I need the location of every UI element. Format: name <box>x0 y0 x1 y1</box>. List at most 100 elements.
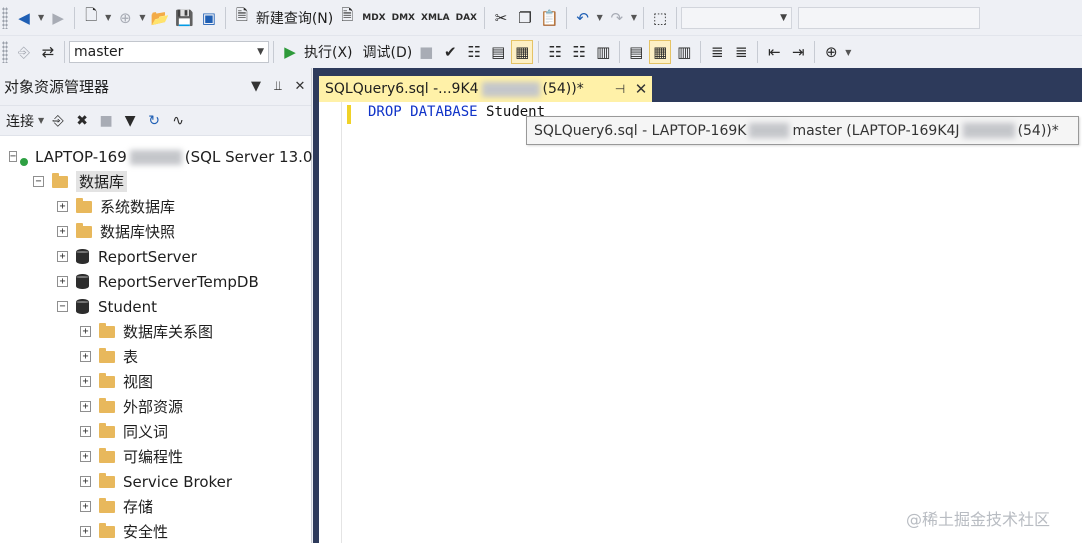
cancel-query-icon[interactable]: ■ <box>415 40 437 64</box>
tree-node-student-external-resources[interactable]: + 外部资源 <box>0 394 311 419</box>
tree-node-reportservertempdb[interactable]: + ReportServerTempDB <box>0 269 311 294</box>
tree-node-student-views[interactable]: + 视图 <box>0 369 311 394</box>
change-connection-icon[interactable]: ⇄ <box>37 40 59 64</box>
expand-icon[interactable]: + <box>80 451 91 462</box>
estimated-plan-icon[interactable]: ☷ <box>463 40 485 64</box>
client-stats-icon[interactable]: ▥ <box>592 40 614 64</box>
expand-icon[interactable]: + <box>80 526 91 537</box>
save-all-icon[interactable]: ▣ <box>198 6 220 30</box>
database-select[interactable]: master ▼ <box>69 41 269 63</box>
save-icon[interactable]: 💾 <box>173 6 196 30</box>
redo-dropdown-icon[interactable]: ▼ <box>631 13 637 22</box>
debug-button[interactable]: 调试(D) <box>361 42 415 62</box>
pin-icon[interactable]: ⫫ <box>267 79 289 94</box>
close-icon[interactable]: ✕ <box>630 80 652 98</box>
expand-icon[interactable]: + <box>80 376 91 387</box>
database-engine-query-icon[interactable]: 🗎 <box>336 6 358 30</box>
intellisense-icon[interactable]: ▦ <box>511 40 534 64</box>
collapse-icon[interactable]: − <box>57 301 68 312</box>
expand-icon[interactable]: + <box>57 251 68 262</box>
back-icon[interactable]: ◀ <box>13 6 35 30</box>
copy-icon[interactable]: ❐ <box>514 6 536 30</box>
tree-node-student-synonyms[interactable]: + 同义词 <box>0 419 311 444</box>
connect-icon[interactable]: ⎆ <box>13 40 35 64</box>
connect-dropdown-icon[interactable]: ▼ <box>38 116 44 125</box>
tree-node-student-diagrams[interactable]: + 数据库关系图 <box>0 319 311 344</box>
cut-icon[interactable]: ✂ <box>490 6 512 30</box>
tree-node-student-programmability[interactable]: + 可编程性 <box>0 444 311 469</box>
decrease-indent-icon[interactable]: ⇤ <box>763 40 785 64</box>
new-project-dropdown-icon[interactable]: ▼ <box>105 13 111 22</box>
connect-button[interactable]: 连接 <box>4 111 36 131</box>
filter-icon[interactable]: ▼ <box>119 109 141 133</box>
query-editor[interactable]: DROP DATABASE Student <box>319 102 1082 543</box>
uncomment-icon[interactable]: ≣ <box>730 40 752 64</box>
undo-dropdown-icon[interactable]: ▼ <box>597 13 603 22</box>
tree-node-reportserver[interactable]: + ReportServer <box>0 244 311 269</box>
back-dropdown-icon[interactable]: ▼ <box>38 13 44 22</box>
activity-monitor-icon[interactable]: ⬚ <box>649 6 671 30</box>
new-project-icon[interactable]: 🗋 <box>80 6 102 30</box>
refresh-icon[interactable]: ↻ <box>143 109 165 133</box>
solution-config-combo[interactable]: ▼ <box>680 6 792 29</box>
chevron-down-icon[interactable]: ▼ <box>257 47 264 57</box>
mdx-query-icon[interactable]: MDX <box>360 6 387 30</box>
redo-icon[interactable]: ↷ <box>606 6 628 30</box>
comment-icon[interactable]: ≣ <box>706 40 728 64</box>
pin-icon[interactable]: ⊣ <box>610 82 630 96</box>
query-options-icon[interactable]: ▤ <box>487 40 509 64</box>
code-line-1[interactable]: DROP DATABASE Student <box>368 104 545 120</box>
tree-node-student-service-broker[interactable]: + Service Broker <box>0 469 311 494</box>
disconnect-icon[interactable]: ✖ <box>71 109 93 133</box>
tree-node-databases[interactable]: − 数据库 <box>0 169 311 194</box>
close-icon[interactable]: ✕ <box>289 79 311 94</box>
add-item-icon[interactable]: ⊕ <box>114 6 136 30</box>
tree-node-student-security[interactable]: + 安全性 <box>0 519 311 543</box>
live-stats-icon[interactable]: ☷ <box>568 40 590 64</box>
xmla-query-icon[interactable]: XMLA <box>419 6 452 30</box>
tree-node-student[interactable]: − Student <box>0 294 311 319</box>
expand-icon[interactable]: + <box>80 476 91 487</box>
new-query-button[interactable]: 新建查询(N) <box>254 8 335 28</box>
add-item-dropdown-icon[interactable]: ▼ <box>139 13 145 22</box>
window-position-icon[interactable]: ▼ <box>245 79 267 94</box>
expand-icon[interactable]: + <box>57 226 68 237</box>
toolbar-options-icon[interactable]: ▼ <box>845 48 851 57</box>
forward-icon[interactable]: ▶ <box>47 6 69 30</box>
activity-monitor-icon[interactable]: ∿ <box>167 109 189 133</box>
increase-indent-icon[interactable]: ⇥ <box>787 40 809 64</box>
collapse-icon[interactable]: − <box>9 151 18 162</box>
expand-icon[interactable]: + <box>80 326 91 337</box>
expand-icon[interactable]: + <box>57 276 68 287</box>
chevron-down-icon[interactable]: ▼ <box>780 13 787 23</box>
results-to-grid-icon[interactable]: ▦ <box>649 40 672 64</box>
parse-icon[interactable]: ✔ <box>439 40 461 64</box>
expand-icon[interactable]: + <box>57 201 68 212</box>
toolbar-grip[interactable] <box>2 6 8 29</box>
results-to-file-icon[interactable]: ▥ <box>673 40 695 64</box>
connect-plug-icon[interactable]: ⎆ <box>47 109 69 133</box>
actual-plan-icon[interactable]: ☷ <box>544 40 566 64</box>
tree-node-student-storage[interactable]: + 存储 <box>0 494 311 519</box>
stop-icon[interactable]: ■ <box>95 109 117 133</box>
collapse-icon[interactable]: − <box>33 176 44 187</box>
results-to-text-icon[interactable]: ▤ <box>625 40 647 64</box>
dmx-query-icon[interactable]: DMX <box>390 6 417 30</box>
tree-node-database-snapshots[interactable]: + 数据库快照 <box>0 219 311 244</box>
search-combo[interactable] <box>797 6 980 29</box>
tree-node-student-tables[interactable]: + 表 <box>0 344 311 369</box>
expand-icon[interactable]: + <box>80 501 91 512</box>
execute-button[interactable]: 执行(X) <box>302 42 355 62</box>
tab-sqlquery6[interactable]: SQLQuery6.sql -...9K4 (54))* ⊣ ✕ <box>319 76 652 102</box>
expand-icon[interactable]: + <box>80 351 91 362</box>
execute-icon[interactable]: ▶ <box>279 40 301 64</box>
specify-template-values-icon[interactable]: ⊕ <box>820 40 842 64</box>
expand-icon[interactable]: + <box>80 401 91 412</box>
expand-icon[interactable]: + <box>80 426 91 437</box>
toolbar-grip[interactable] <box>2 41 8 63</box>
undo-icon[interactable]: ↶ <box>572 6 594 30</box>
tree-node-server[interactable]: − LAPTOP-169 (SQL Server 13.0 <box>0 144 312 169</box>
open-file-icon[interactable]: 📂 <box>148 6 171 30</box>
dax-query-icon[interactable]: DAX <box>454 6 479 30</box>
paste-icon[interactable]: 📋 <box>538 6 561 30</box>
